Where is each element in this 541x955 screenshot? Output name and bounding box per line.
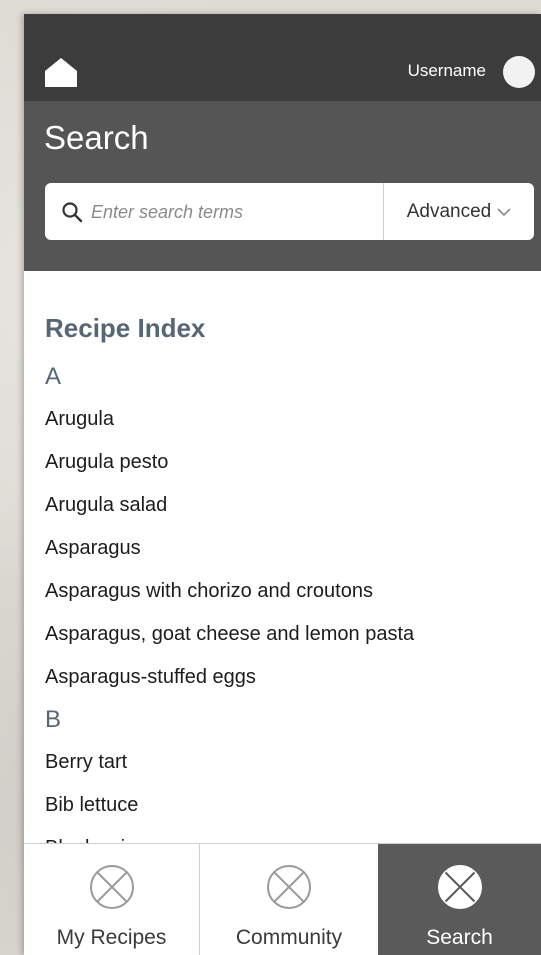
top-bar: Username xyxy=(24,14,541,101)
tab-my-recipes[interactable]: My Recipes xyxy=(24,844,200,955)
tab-search[interactable]: Search xyxy=(378,844,541,955)
chevron-down-icon xyxy=(497,207,511,216)
section-heading: Recipe Index xyxy=(45,313,206,343)
avatar[interactable] xyxy=(503,56,535,88)
list-item[interactable]: Arugula pesto xyxy=(45,451,168,474)
x-circle-icon xyxy=(267,865,311,909)
tab-label: Search xyxy=(426,926,493,949)
bottom-nav: My Recipes Community Search xyxy=(24,843,541,955)
tab-label: Community xyxy=(235,926,343,949)
advanced-search-dropdown[interactable]: Advanced xyxy=(384,183,534,240)
list-item[interactable]: Arugula xyxy=(45,408,114,431)
index-letter-b: B xyxy=(45,706,62,733)
x-circle-icon xyxy=(89,865,134,909)
username-label[interactable]: Username xyxy=(408,61,486,81)
list-item[interactable]: Asparagus-stuffed eggs xyxy=(45,666,256,689)
list-item[interactable]: Asparagus, goat cheese and lemon pasta xyxy=(45,623,414,646)
page-title: Search xyxy=(44,119,149,156)
tab-label: My Recipes xyxy=(56,926,167,949)
index-letter-a: A xyxy=(45,363,62,390)
search-icon xyxy=(62,202,83,223)
home-icon[interactable] xyxy=(44,56,78,88)
list-item[interactable]: Bib lettuce xyxy=(45,794,138,817)
search-header: Search Advanced xyxy=(24,101,541,271)
search-bar: Advanced xyxy=(45,183,534,240)
list-item[interactable]: Berry tart xyxy=(45,751,127,774)
tab-community[interactable]: Community xyxy=(200,844,378,955)
list-item[interactable]: Asparagus with chorizo and croutons xyxy=(45,580,373,603)
search-input[interactable] xyxy=(89,183,383,240)
list-item[interactable]: Arugula salad xyxy=(45,494,167,517)
recipe-index-list[interactable]: Recipe Index A Arugula Arugula pesto Arugul… xyxy=(24,271,541,843)
advanced-label: Advanced xyxy=(406,200,492,222)
app-screen: Username Search Advanced Recipe Index AA… xyxy=(24,14,541,955)
x-circle-icon xyxy=(437,865,482,909)
list-item[interactable]: Asparagus xyxy=(45,537,141,560)
